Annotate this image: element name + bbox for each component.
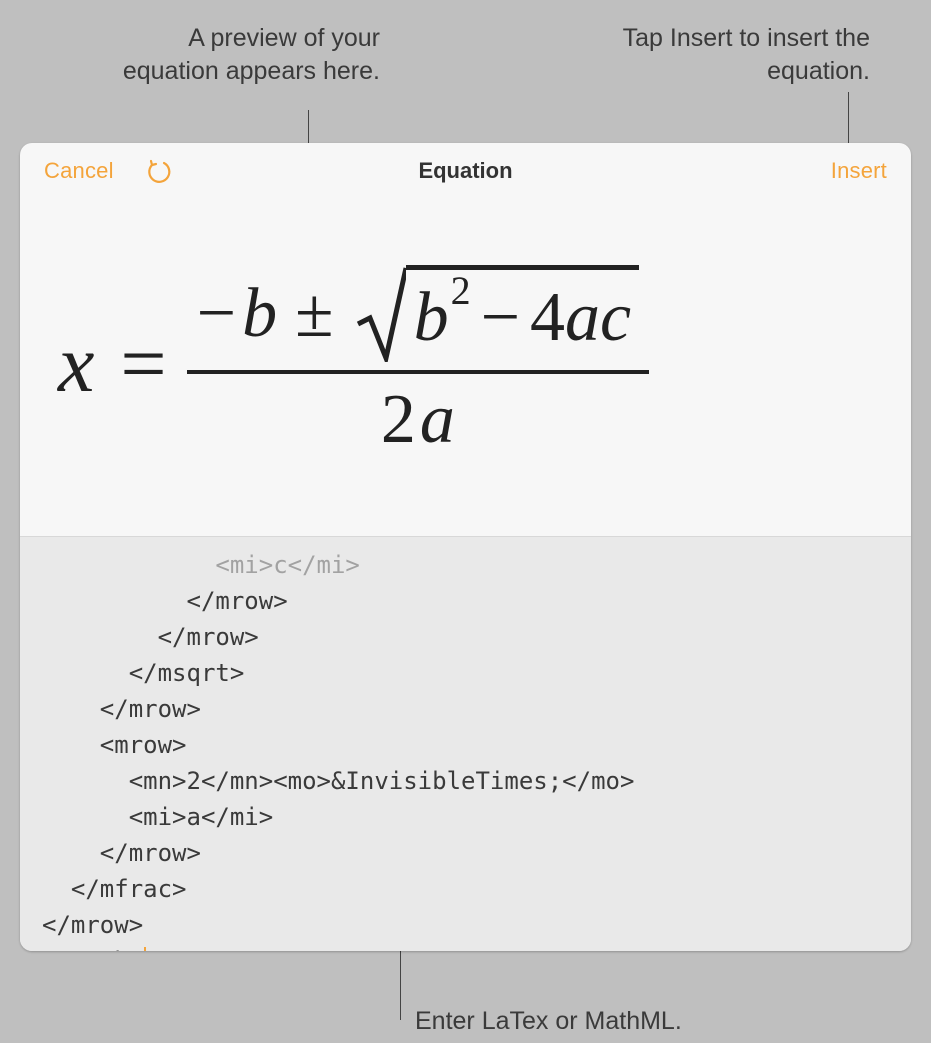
var-c: c xyxy=(600,278,631,358)
undo-icon[interactable] xyxy=(144,156,174,186)
code-line: </mrow> xyxy=(42,623,259,651)
code-line: <mn>2</mn><mo>&InvisibleTimes;</mo> xyxy=(42,767,634,795)
code-line: </mrow> xyxy=(42,911,143,939)
var-a2: a xyxy=(420,380,455,460)
num-2: 2 xyxy=(381,380,416,460)
op-plusminus: ± xyxy=(295,274,333,354)
equation-lhs: x xyxy=(58,317,94,411)
code-line: </mrow> xyxy=(42,839,201,867)
callout-input: Enter LaTex or MathML. xyxy=(415,1005,815,1038)
code-line: <mi>a</mi> xyxy=(42,803,273,831)
exp-2: 2 xyxy=(451,267,471,314)
callout-preview: A preview of your equation appears here. xyxy=(120,22,380,87)
equation-fraction: − b ± b 2 xyxy=(187,259,649,468)
code-line: <mi>c</mi> xyxy=(42,551,360,579)
cancel-button[interactable]: Cancel xyxy=(44,158,114,184)
code-line: </mfrac> xyxy=(42,875,187,903)
code-line: </mrow> xyxy=(42,695,201,723)
equation-radicand: b 2 − 4 a c xyxy=(406,265,640,362)
leader-line xyxy=(848,92,849,147)
radical-icon xyxy=(356,265,406,362)
callout-insert: Tap Insert to insert the equation. xyxy=(590,22,870,87)
text-cursor xyxy=(144,947,146,951)
equation-equals: = xyxy=(120,317,166,411)
insert-button[interactable]: Insert xyxy=(831,158,887,184)
num-4: 4 xyxy=(530,278,565,358)
equation-preview: x = − b ± xyxy=(20,199,911,537)
var-a: a xyxy=(565,278,600,358)
var-b: b xyxy=(242,274,277,354)
op-minus: − xyxy=(197,274,236,354)
mathml-input[interactable]: <mi>c</mi> </mrow> </mrow> </msqrt> </mr… xyxy=(20,537,911,951)
equation-denominator: 2 a xyxy=(371,374,465,468)
code-line: </msqrt> xyxy=(42,659,244,687)
code-line: </math> xyxy=(42,947,143,951)
equation-numerator: − b ± b 2 xyxy=(187,259,649,370)
equation-dialog: Cancel Equation Insert x = − b xyxy=(20,143,911,951)
code-line: </mrow> xyxy=(42,587,288,615)
equation-sqrt: b 2 − 4 a c xyxy=(356,265,640,362)
op-minus2: − xyxy=(481,278,520,358)
var-b2: b xyxy=(414,278,449,358)
toolbar: Cancel Equation Insert xyxy=(20,143,911,199)
dialog-title: Equation xyxy=(418,158,512,183)
code-line: <mrow> xyxy=(42,731,187,759)
